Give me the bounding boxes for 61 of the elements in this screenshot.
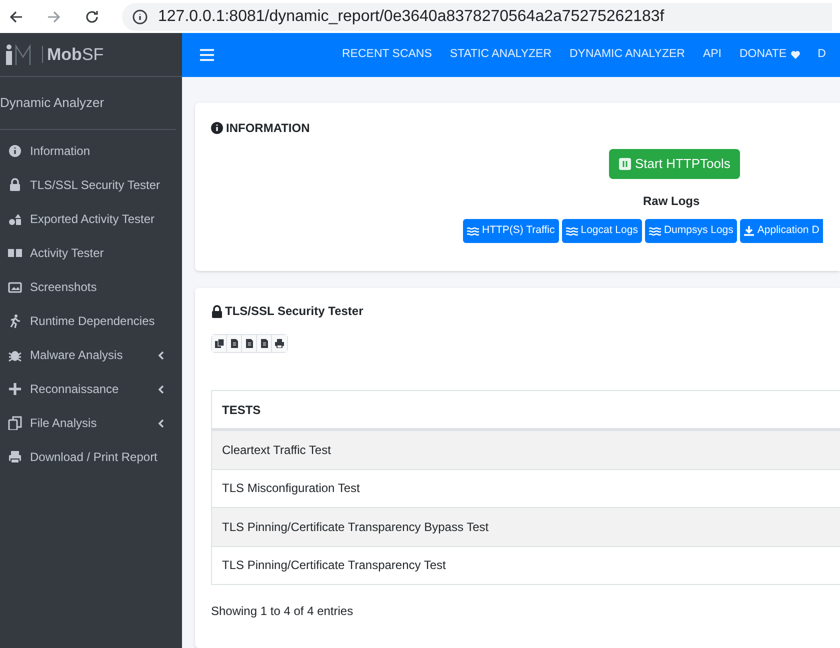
nav-link[interactable]: DYNAMIC ANALYZER <box>570 46 685 64</box>
waves-icon <box>648 226 661 236</box>
sidebar-item[interactable]: File Analysis <box>0 406 182 440</box>
waves-icon <box>566 226 578 236</box>
bug-icon <box>8 348 22 362</box>
sidebar-item[interactable]: Download / Print Report <box>0 440 182 474</box>
sidebar-item[interactable]: Information <box>0 134 182 168</box>
card-title: TLS/SSL Security Tester <box>225 303 364 320</box>
sidebar-item[interactable]: Malware Analysis <box>0 338 182 372</box>
sidebar-item[interactable]: Activity Tester <box>0 236 182 270</box>
back-icon[interactable] <box>8 8 24 24</box>
nav-link[interactable]: RECENT SCANS <box>342 46 432 64</box>
log-button[interactable]: Dumpsys Logs <box>644 219 738 243</box>
download-button[interactable]: Application D <box>740 219 824 243</box>
export-button[interactable] <box>242 335 257 352</box>
nav-link[interactable]: DONATE <box>740 46 800 64</box>
sidebar-item[interactable]: Reconnaissance <box>0 372 182 406</box>
info-icon <box>211 122 223 134</box>
lock-icon <box>211 304 223 318</box>
nav-link[interactable]: STATIC ANALYZER <box>450 46 552 64</box>
forward-icon[interactable] <box>46 8 62 24</box>
copy-icon <box>214 339 224 348</box>
export-button[interactable] <box>227 335 242 352</box>
table-cell-text: TLS Pinning/Certificate Transparency Bypass Test <box>222 518 489 536</box>
sidebar-item[interactable]: Runtime Dependencies <box>0 304 182 338</box>
download-icon <box>744 226 754 236</box>
export-button[interactable] <box>257 335 272 352</box>
address-bar[interactable]: 127.0.0.1:8081/dynamic_report/0e3640a8378270564a2a75275262183f <box>122 2 832 30</box>
export-button[interactable] <box>212 335 227 352</box>
nav-link[interactable]: D <box>818 46 826 64</box>
log-button[interactable]: HTTP(S) Traffic <box>463 219 559 243</box>
menu-icon[interactable] <box>200 49 214 61</box>
sidebar-item[interactable]: TLS/SSL Security Tester <box>0 168 182 202</box>
copy-icon <box>8 416 22 430</box>
log-button[interactable]: Logcat Logs <box>562 219 642 243</box>
brand-name[interactable]: MobSF <box>42 46 104 63</box>
url-text: 127.0.0.1:8081/dynamic_report/0e3640a8378270564a2a75275262183f <box>158 6 664 26</box>
reload-icon[interactable] <box>84 8 100 24</box>
waves-icon <box>467 226 479 236</box>
table-cell-text: TLS Pinning/Certificate Transparency Test <box>222 557 446 574</box>
nav-link[interactable]: API <box>702 46 722 64</box>
info-icon <box>8 144 22 158</box>
heart-icon <box>790 51 800 59</box>
print-icon <box>8 450 22 464</box>
table-info: Showing 1 to 4 of 4 entries <box>211 603 354 620</box>
info-icon <box>132 8 148 24</box>
sidebar-item[interactable]: Exported Activity Tester <box>0 202 182 236</box>
card-title: INFORMATION <box>226 120 310 137</box>
plus-icon <box>8 382 22 396</box>
sidebar-item[interactable]: Screenshots <box>0 270 182 304</box>
running-icon <box>8 314 22 328</box>
export-button[interactable] <box>272 335 287 352</box>
lock-icon <box>8 178 22 192</box>
pause-icon <box>619 158 631 170</box>
sidebar-header: Dynamic Analyzer <box>0 77 176 130</box>
image-icon <box>8 280 22 294</box>
print-icon <box>275 339 284 348</box>
raw-logs-title: Raw Logs <box>643 193 700 210</box>
table-cell-text: TLS Misconfiguration Test <box>222 480 360 498</box>
shapes-icon <box>8 212 22 226</box>
table-cell-text: Cleartext Traffic Test <box>222 442 331 459</box>
